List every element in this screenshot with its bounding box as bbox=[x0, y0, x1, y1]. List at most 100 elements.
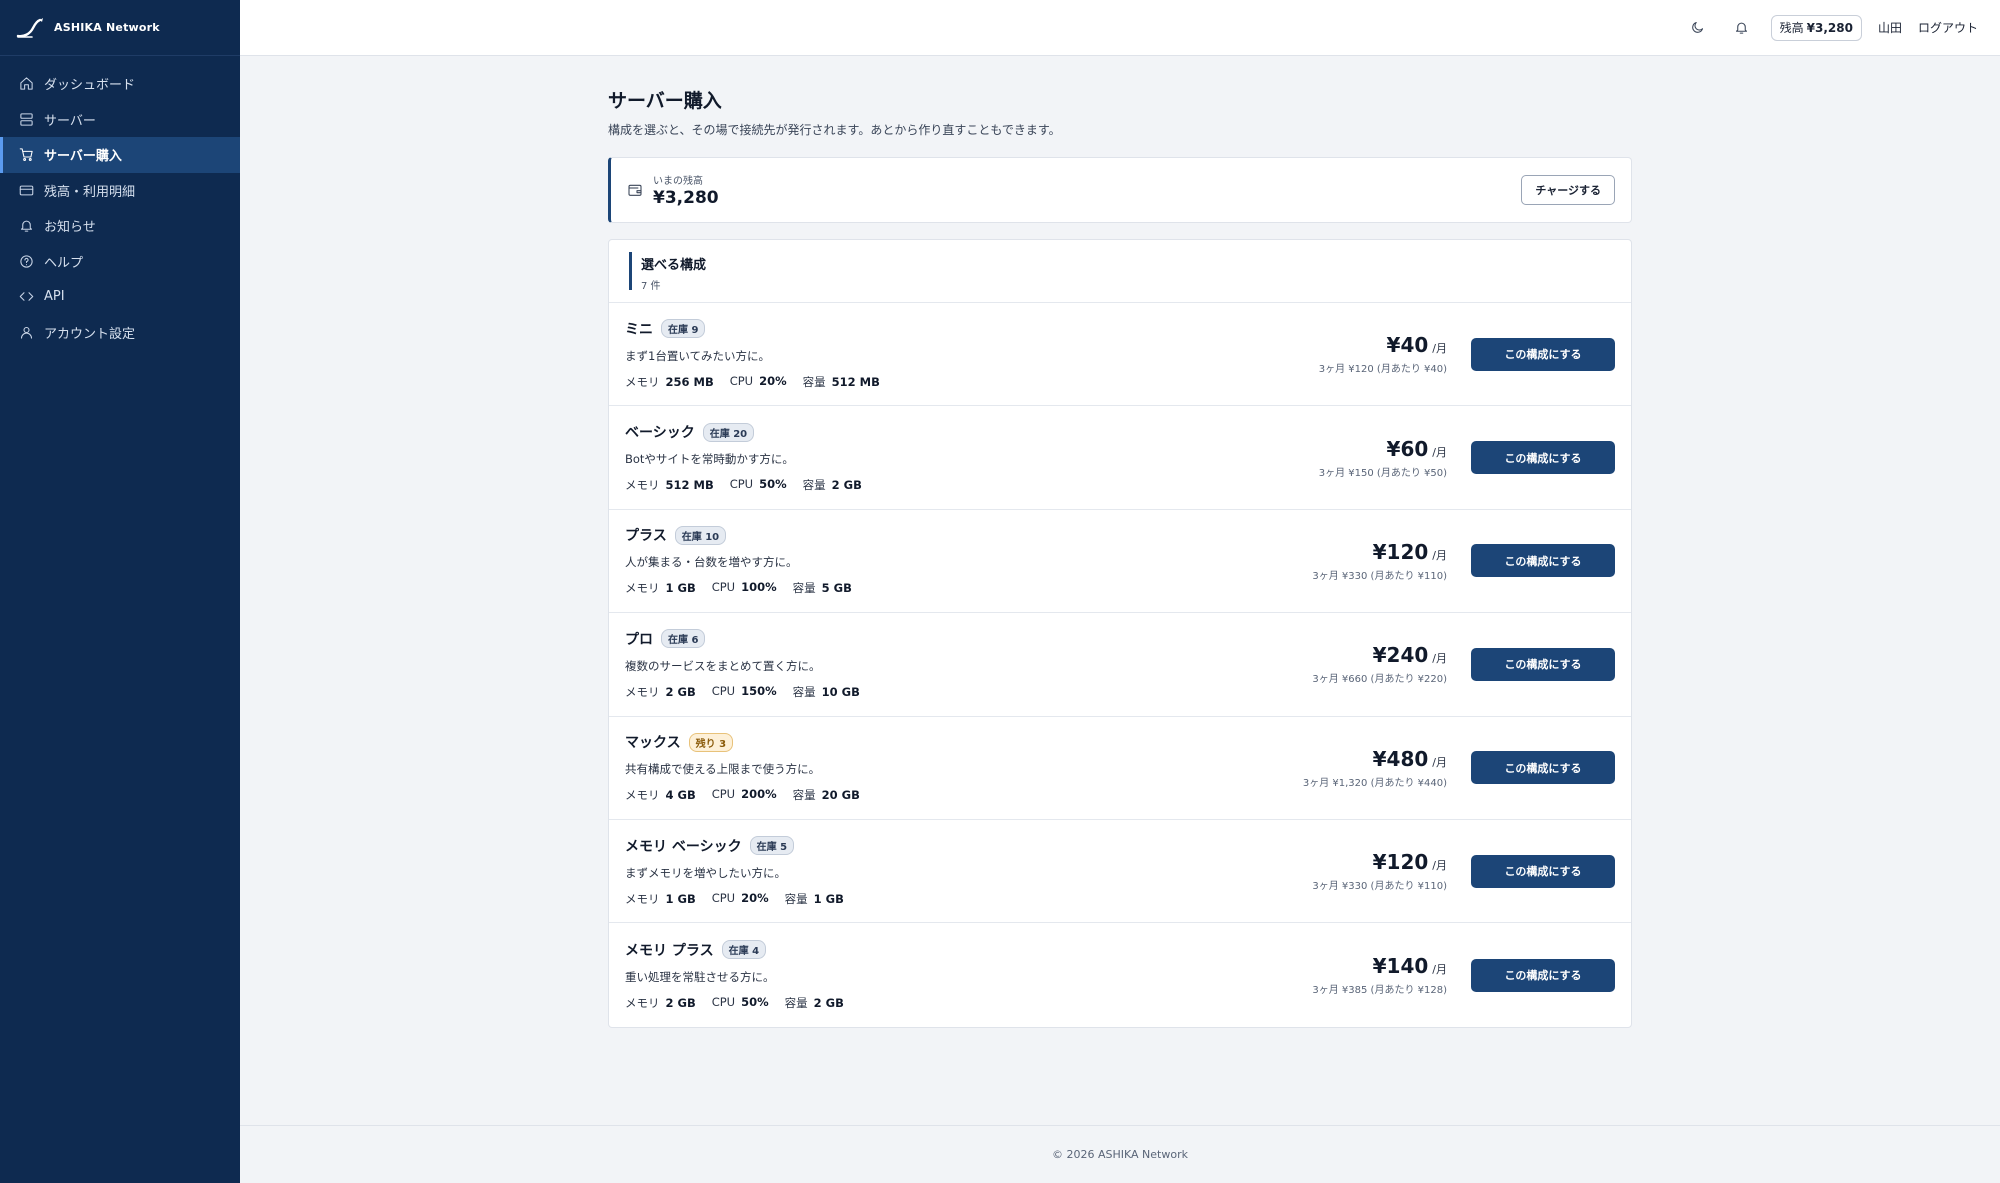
header-balance-label: 残高 bbox=[1779, 21, 1804, 35]
plan-description: まず1台置いてみたい方に。 bbox=[625, 348, 770, 363]
balance-amount: ¥3,280 bbox=[653, 188, 719, 208]
plan-row: プロ 在庫 6 複数のサービスをまとめて置く方に。 メモリ 2 GB CPU 150… bbox=[609, 613, 1631, 717]
select-plan-button[interactable]: この構成にする bbox=[1471, 751, 1615, 785]
sidebar-item-label: ヘルプ bbox=[44, 255, 84, 271]
stock-badge: 残り 3 bbox=[688, 732, 734, 752]
bell-icon bbox=[1736, 22, 1748, 34]
sidebar-item-api[interactable]: API bbox=[0, 279, 240, 315]
spec-storage: 容量 1 GB bbox=[784, 891, 844, 906]
plan-name: メモリ ベーシック bbox=[625, 838, 742, 855]
plan-name: ベーシック bbox=[625, 425, 695, 442]
price-monthly: ¥140 bbox=[1372, 954, 1429, 979]
sidebar-item-label: 残高・利用明細 bbox=[44, 184, 136, 200]
plan-info: ベーシック 在庫 20 Botやサイトを常時動かす方に。 メモリ 512 MB C… bbox=[625, 422, 1319, 493]
stock-badge: 在庫 5 bbox=[749, 836, 795, 856]
stock-badge: 在庫 6 bbox=[661, 629, 706, 649]
plan-price: ¥240 /月 3ヶ月 ¥660 (月あたり ¥220) bbox=[1312, 643, 1447, 685]
sidebar-item-label: API bbox=[44, 289, 65, 305]
logout-link[interactable]: ログアウト bbox=[1918, 19, 1978, 36]
header-balance-badge[interactable]: 残高 ¥3,280 bbox=[1770, 14, 1862, 41]
sidebar-item-servers[interactable]: サーバー bbox=[0, 102, 240, 138]
price-monthly: ¥480 bbox=[1372, 746, 1429, 771]
credit-card-icon bbox=[18, 182, 34, 198]
brand-name: ASHIKA Network bbox=[54, 21, 160, 34]
wallet-icon bbox=[627, 182, 643, 198]
spec-storage: 容量 2 GB bbox=[802, 478, 862, 493]
page-description: 構成を選ぶと、その場で接続先が発行されます。あとから作り直すこともできます。 bbox=[608, 123, 1061, 137]
plans-title: 選べる構成 bbox=[641, 258, 707, 273]
plan-specs: メモリ 2 GB CPU 150% 容量 10 GB bbox=[625, 684, 1312, 700]
plan-specs: メモリ 512 MB CPU 50% 容量 2 GB bbox=[625, 477, 1319, 493]
plan-name: マックス bbox=[625, 735, 681, 752]
sidebar-item-notices[interactable]: お知らせ bbox=[0, 208, 240, 244]
spec-memory: メモリ 1 GB bbox=[625, 581, 696, 596]
select-plan-button[interactable]: この構成にする bbox=[1471, 544, 1615, 578]
sidebar: ASHIKA Network ダッシュボード サーバー サーバー購入 残高・利用… bbox=[0, 0, 240, 1183]
balance-card: いまの残高 ¥3,280 チャージする bbox=[608, 157, 1632, 223]
price-quarterly: 3ヶ月 ¥330 (月あたり ¥110) bbox=[1312, 881, 1447, 893]
plan-name: ミニ bbox=[625, 321, 653, 338]
price-monthly: ¥120 bbox=[1372, 850, 1429, 875]
plan-price: ¥60 /月 3ヶ月 ¥150 (月あたり ¥50) bbox=[1319, 437, 1447, 479]
sidebar-item-server-purchase[interactable]: サーバー購入 bbox=[0, 137, 240, 173]
brand[interactable]: ASHIKA Network bbox=[0, 0, 240, 56]
price-unit: /月 bbox=[1432, 859, 1447, 873]
main-content: サーバー購入 構成を選ぶと、その場で接続先が発行されます。あとから作り直すことも… bbox=[608, 56, 1632, 1028]
plan-specs: メモリ 1 GB CPU 20% 容量 1 GB bbox=[625, 891, 1312, 907]
plan-price: ¥120 /月 3ヶ月 ¥330 (月あたり ¥110) bbox=[1312, 540, 1447, 582]
plan-info: プロ 在庫 6 複数のサービスをまとめて置く方に。 メモリ 2 GB CPU 150… bbox=[625, 629, 1312, 700]
brand-logo-icon bbox=[16, 17, 43, 38]
sidebar-item-label: ダッシュボード bbox=[44, 78, 136, 94]
theme-toggle-button[interactable] bbox=[1683, 13, 1713, 43]
select-plan-button[interactable]: この構成にする bbox=[1471, 337, 1615, 371]
plan-name: プラス bbox=[625, 528, 667, 545]
charge-button[interactable]: チャージする bbox=[1521, 175, 1615, 205]
select-plan-button[interactable]: この構成にする bbox=[1471, 441, 1615, 475]
sidebar-item-account[interactable]: アカウント設定 bbox=[0, 315, 240, 351]
plan-row: メモリ ベーシック 在庫 5 まずメモリを増やしたい方に。 メモリ 1 GB CP… bbox=[609, 820, 1631, 924]
plan-row: ミニ 在庫 9 まず1台置いてみたい方に。 メモリ 256 MB CPU 20% 容… bbox=[609, 303, 1631, 407]
spec-storage: 容量 512 MB bbox=[802, 374, 880, 389]
header-balance-value: ¥3,280 bbox=[1806, 20, 1853, 35]
spec-cpu: CPU 150% bbox=[711, 683, 777, 698]
help-circle-icon bbox=[18, 253, 34, 269]
plan-info: マックス 残り 3 共有構成で使える上限まで使う方に。 メモリ 4 GB CPU 2… bbox=[625, 732, 1303, 803]
balance-label: いまの残高 bbox=[653, 176, 703, 187]
spec-cpu: CPU 20% bbox=[711, 890, 769, 905]
price-quarterly: 3ヶ月 ¥660 (月あたり ¥220) bbox=[1312, 674, 1447, 686]
plan-row: プラス 在庫 10 人が集まる・台数を増やす方に。 メモリ 1 GB CPU 100… bbox=[609, 510, 1631, 614]
sidebar-item-label: アカウント設定 bbox=[44, 326, 136, 342]
sidebar-item-label: サーバー bbox=[44, 113, 96, 129]
price-unit: /月 bbox=[1432, 548, 1447, 562]
select-plan-button[interactable]: この構成にする bbox=[1471, 854, 1615, 888]
price-unit: /月 bbox=[1432, 445, 1447, 459]
price-quarterly: 3ヶ月 ¥1,320 (月あたり ¥440) bbox=[1302, 777, 1447, 789]
price-quarterly: 3ヶ月 ¥120 (月あたり ¥40) bbox=[1318, 364, 1447, 376]
plan-description: 人が集まる・台数を増やす方に。 bbox=[625, 555, 798, 570]
sidebar-item-billing[interactable]: 残高・利用明細 bbox=[0, 173, 240, 209]
stock-badge: 在庫 4 bbox=[721, 940, 767, 960]
stock-badge: 在庫 20 bbox=[702, 422, 755, 442]
server-icon bbox=[18, 111, 34, 127]
spec-cpu: CPU 50% bbox=[711, 994, 769, 1009]
spec-memory: メモリ 512 MB bbox=[625, 478, 714, 493]
sidebar-item-dashboard[interactable]: ダッシュボード bbox=[0, 66, 240, 102]
select-plan-button[interactable]: この構成にする bbox=[1471, 647, 1615, 681]
notifications-button[interactable] bbox=[1727, 13, 1757, 43]
balance-info: いまの残高 ¥3,280 bbox=[653, 172, 1521, 208]
spec-memory: メモリ 2 GB bbox=[625, 995, 696, 1010]
top-header: 残高 ¥3,280 山田 ログアウト bbox=[240, 0, 2000, 56]
price-monthly: ¥240 bbox=[1372, 643, 1429, 668]
copyright-text: © 2026 ASHIKA Network bbox=[1052, 1148, 1188, 1161]
price-quarterly: 3ヶ月 ¥330 (月あたり ¥110) bbox=[1312, 570, 1447, 582]
plan-description: 共有構成で使える上限まで使う方に。 bbox=[625, 762, 821, 777]
price-monthly: ¥40 bbox=[1386, 333, 1429, 358]
plan-info: ミニ 在庫 9 まず1台置いてみたい方に。 メモリ 256 MB CPU 20% 容… bbox=[625, 319, 1319, 390]
spec-storage: 容量 10 GB bbox=[792, 684, 860, 699]
select-plan-button[interactable]: この構成にする bbox=[1471, 958, 1615, 992]
sidebar-item-help[interactable]: ヘルプ bbox=[0, 244, 240, 280]
user-name[interactable]: 山田 bbox=[1878, 19, 1902, 36]
sidebar-item-label: サーバー購入 bbox=[44, 149, 122, 165]
spec-cpu: CPU 50% bbox=[729, 477, 787, 492]
plan-name: プロ bbox=[625, 631, 653, 648]
